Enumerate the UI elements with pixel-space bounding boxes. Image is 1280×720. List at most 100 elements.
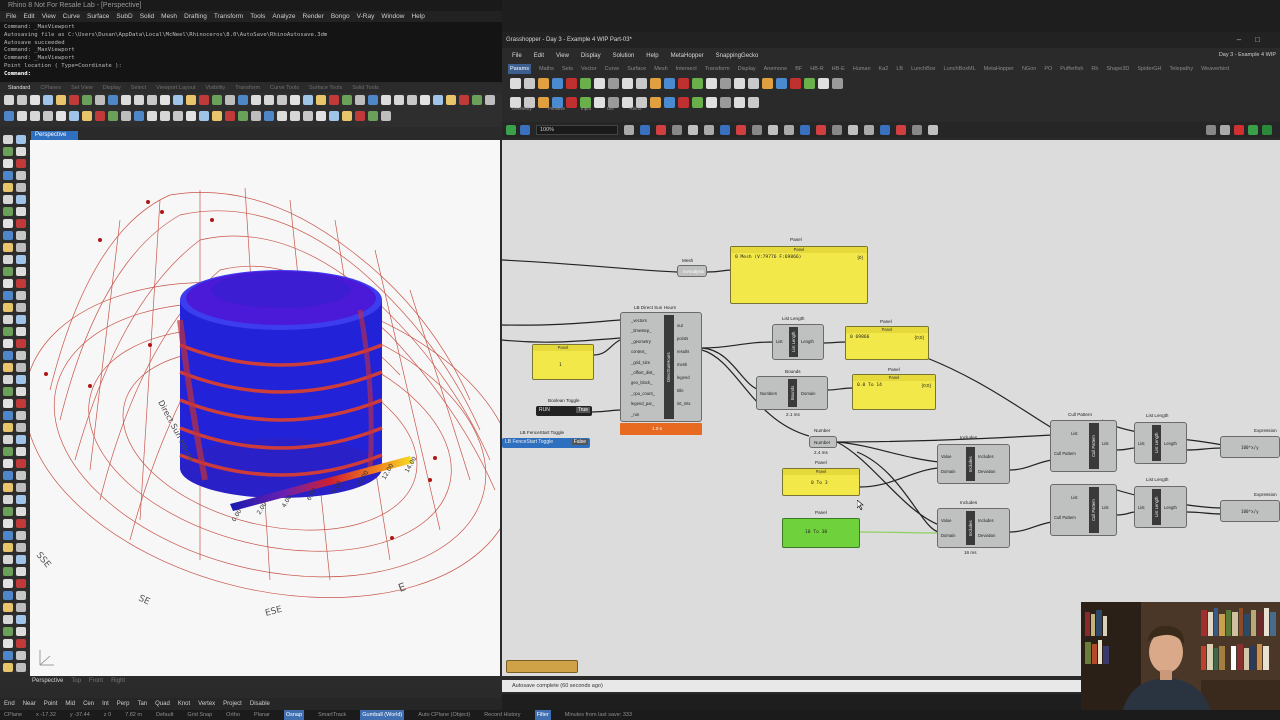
rhino-menu-tools[interactable]: Tools — [250, 11, 265, 22]
gh-param-icon[interactable] — [692, 97, 703, 108]
preview-wire-icon[interactable] — [1248, 125, 1258, 135]
sidebar-tool-icon[interactable] — [16, 243, 26, 252]
gh-param-icon[interactable] — [650, 78, 661, 89]
gh-param-icon[interactable] — [664, 78, 675, 89]
rhino-menu-subd[interactable]: SubD — [116, 11, 132, 22]
toolbar-tool-icon[interactable] — [69, 111, 79, 121]
canvas-tool-icon[interactable] — [848, 125, 858, 135]
gh-tab-params[interactable]: Params — [508, 64, 531, 74]
osnap-perp[interactable]: Perp — [117, 698, 130, 710]
sidebar-tool-icon[interactable] — [3, 195, 13, 204]
toolbar-tab-solid-tools[interactable]: Solid Tools — [352, 84, 379, 93]
gh-param-icon[interactable] — [636, 78, 647, 89]
panel-mesh-output[interactable]: Panel 0 Mesh (V:79776 F:69866) {0} — [730, 246, 868, 304]
toolbar-tool-icon[interactable] — [355, 95, 365, 105]
gh-menu-display[interactable]: Display — [581, 50, 601, 62]
sidebar-tool-icon[interactable] — [3, 267, 13, 276]
toolbar-tool-icon[interactable] — [225, 111, 235, 121]
viewport-tab-front[interactable]: Front — [89, 676, 103, 686]
toolbar-tool-icon[interactable] — [290, 111, 300, 121]
gh-param-icon[interactable] — [608, 78, 619, 89]
toolbar-tool-icon[interactable] — [277, 95, 287, 105]
status-item[interactable]: CPlane — [4, 710, 22, 720]
sidebar-tool-icon[interactable] — [3, 327, 13, 336]
status-item[interactable]: 7.82 m — [125, 710, 142, 720]
gh-param-icon[interactable] — [650, 97, 661, 108]
canvas-tool-icon[interactable] — [704, 125, 714, 135]
toolbar-tool-icon[interactable] — [186, 95, 196, 105]
gh-param-icon[interactable] — [580, 78, 591, 89]
toolbar-tool-icon[interactable] — [108, 111, 118, 121]
sidebar-tool-icon[interactable] — [3, 411, 13, 420]
toolbar-tool-icon[interactable] — [251, 111, 261, 121]
gh-param-icon[interactable] — [524, 78, 535, 89]
window-controls[interactable]: –□ — [1237, 32, 1274, 48]
sidebar-tool-icon[interactable] — [16, 435, 26, 444]
gh-tab-maths[interactable]: Maths — [539, 64, 554, 74]
gh-param-icon[interactable] — [664, 97, 675, 108]
command-prompt[interactable]: Command: — [4, 71, 498, 79]
toolbar-tool-icon[interactable] — [69, 95, 79, 105]
toolbar-tool-icon[interactable] — [212, 95, 222, 105]
expression-1[interactable]: 100*x/y — [1220, 436, 1280, 458]
sidebar-tool-icon[interactable] — [3, 171, 13, 180]
toolbar-tool-icon[interactable] — [264, 111, 274, 121]
includes-2[interactable]: Value Domain Includes Includes Deviation — [937, 508, 1010, 548]
gh-menu-edit[interactable]: Edit — [534, 50, 544, 62]
toolbar-tab-set-view[interactable]: Set View — [71, 84, 93, 93]
canvas-tool-icon[interactable] — [688, 125, 698, 135]
osnap-quad[interactable]: Quad — [155, 698, 170, 710]
gh-tab-lunchbox[interactable]: LunchBox — [911, 64, 935, 74]
sidebar-tool-icon[interactable] — [3, 315, 13, 324]
sidebar-tool-icon[interactable] — [3, 399, 13, 408]
osnap-int[interactable]: Int — [102, 698, 109, 710]
gh-param-icon[interactable] — [678, 78, 689, 89]
rhino-menu-transform[interactable]: Transform — [214, 11, 243, 22]
sidebar-tool-icon[interactable] — [16, 279, 26, 288]
gh-tab-telepathy[interactable]: Telepathy — [1170, 64, 1194, 74]
sidebar-tool-icon[interactable] — [3, 663, 13, 672]
toolbar-tool-icon[interactable] — [43, 95, 53, 105]
sidebar-tool-icon[interactable] — [16, 183, 26, 192]
osnap-end[interactable]: End — [4, 698, 15, 710]
toolbar-tool-icon[interactable] — [420, 95, 430, 105]
sidebar-tool-icon[interactable] — [3, 531, 13, 540]
sidebar-tool-icon[interactable] — [3, 219, 13, 228]
rhino-menu-render[interactable]: Render — [303, 11, 324, 22]
gh-tab-sets[interactable]: Sets — [562, 64, 573, 74]
lb-direct-sun-hours[interactable]: _vectors _timestep_ _geometry context_ _grid… — [620, 312, 702, 422]
sidebar-tool-icon[interactable] — [3, 303, 13, 312]
gh-tab-po[interactable]: PO — [1044, 64, 1052, 74]
toolbar-tool-icon[interactable] — [251, 95, 261, 105]
sidebar-tool-icon[interactable] — [3, 603, 13, 612]
toolbar-tool-icon[interactable] — [108, 95, 118, 105]
includes-1[interactable]: Value Domain Includes Includes Deviation — [937, 444, 1010, 484]
toolbar-tool-icon[interactable] — [160, 95, 170, 105]
toolbar-tool-icon[interactable] — [394, 95, 404, 105]
gh-param-icon[interactable] — [552, 78, 563, 89]
osnap-point[interactable]: Point — [44, 698, 58, 710]
toolbar-tool-icon[interactable] — [95, 95, 105, 105]
osnap-disable[interactable]: Disable — [250, 698, 270, 710]
toolbar-tool-icon[interactable] — [277, 111, 287, 121]
cull-pattern-2[interactable]: List Cull Pattern Cull Pattern List — [1050, 484, 1117, 536]
toolbar-tool-icon[interactable] — [199, 95, 209, 105]
gh-menu-help[interactable]: Help — [646, 50, 658, 62]
gh-tab-lb[interactable]: LB — [896, 64, 903, 74]
toolbar-tool-icon[interactable] — [95, 111, 105, 121]
osnap-project[interactable]: Project — [223, 698, 242, 710]
toolbar-tool-icon[interactable] — [433, 95, 443, 105]
viewport-tab-right[interactable]: Right — [111, 676, 125, 686]
sidebar-tool-icon[interactable] — [16, 327, 26, 336]
sidebar-tool-icon[interactable] — [3, 579, 13, 588]
toolbar-tab-curve-tools[interactable]: Curve Tools — [270, 84, 299, 93]
gh-param-icon[interactable] — [566, 78, 577, 89]
gh-param-icon[interactable] — [720, 97, 731, 108]
sidebar-tool-icon[interactable] — [3, 423, 13, 432]
toolbar-tool-icon[interactable] — [485, 95, 495, 105]
sidebar-tool-icon[interactable] — [16, 171, 26, 180]
toolbar-tab-display[interactable]: Display — [103, 84, 121, 93]
gh-tab-weaverbird[interactable]: Weaverbird — [1201, 64, 1229, 74]
mesh-param[interactable]: mAnalysis — [677, 265, 707, 277]
canvas-tool-icon[interactable] — [768, 125, 778, 135]
